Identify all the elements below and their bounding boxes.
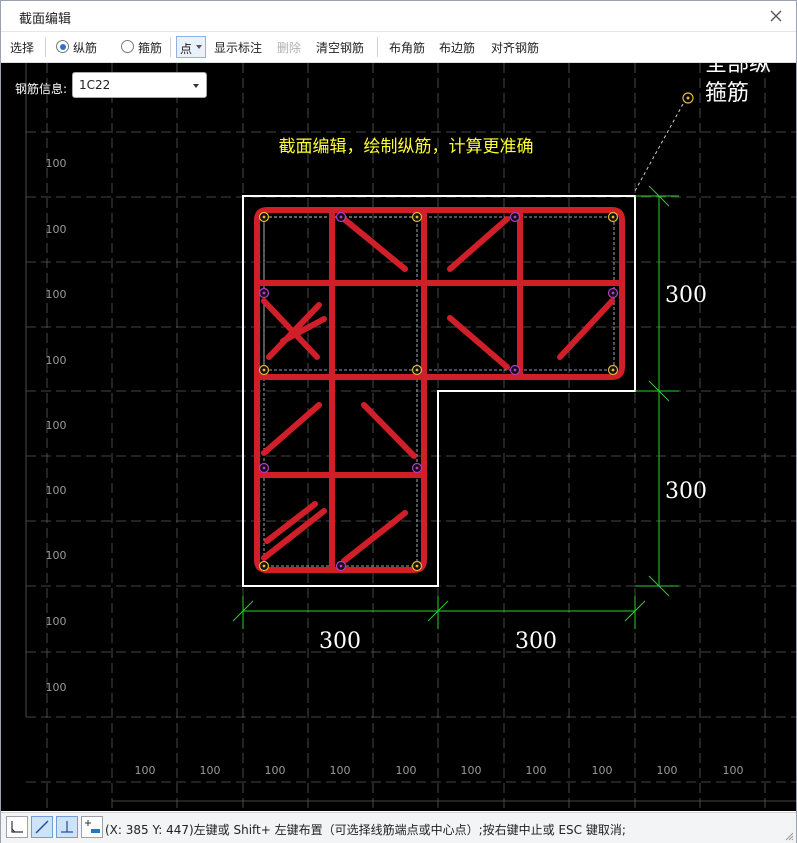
clear-rebar-button[interactable]: 清空钢筋 <box>316 39 364 56</box>
toolbar-separator <box>45 37 46 57</box>
drawing-canvas[interactable]: 100 100 100 100 100 100 100 100 100 100 100 100 100 1… <box>1 63 796 811</box>
rebar-diagonal <box>261 402 322 456</box>
grid <box>25 63 796 809</box>
side-rebar-button[interactable]: 布边筋 <box>439 39 475 56</box>
orthogonal-icon[interactable] <box>6 816 28 838</box>
side-rebar-node-dot <box>262 466 266 470</box>
grid-label-bottom: 100 <box>396 764 417 777</box>
dimension-lines <box>232 185 679 629</box>
side-rebar-node-dot <box>339 215 343 219</box>
dimension-right-upper: 300 <box>665 283 707 308</box>
rebar-diagonal <box>557 298 615 360</box>
line-icon[interactable] <box>31 816 53 838</box>
grid-label-left: 100 <box>46 615 67 628</box>
grid-label-left: 100 <box>46 157 67 170</box>
toolbar: 选择 纵筋 箍筋 点 显示标注 删除 清空钢筋 布角筋 布边筋 对齐钢筋 <box>1 32 796 63</box>
rebar-info-label: 钢筋信息: <box>15 82 68 96</box>
hint-text: 截面编辑，绘制纵筋，计算更准确 <box>279 137 534 157</box>
stirrup-label[interactable]: 箍筋 <box>138 39 162 56</box>
rebar-diagonal <box>361 402 417 459</box>
callout-marker-dot <box>686 96 690 100</box>
corner-rebar-node-dot <box>262 215 266 219</box>
close-icon[interactable] <box>766 6 786 26</box>
dimension-right-lower: 300 <box>665 479 707 504</box>
grid-label-left: 100 <box>46 354 67 367</box>
callout-leader <box>634 103 684 192</box>
status-bar: (X: 385 Y: 447)左键或 Shift+ 左键布置（可选择线筋端点或中… <box>1 812 796 843</box>
corner-rebar-node-dot <box>415 368 419 372</box>
align-rebar-button[interactable]: 对齐钢筋 <box>491 39 539 56</box>
perpendicular-icon[interactable] <box>56 816 78 838</box>
longitudinal-radio[interactable] <box>56 40 69 53</box>
corner-rebar-node-dot <box>262 564 266 568</box>
grid-label-bottom: 100 <box>657 764 678 777</box>
grid-label-bottom: 100 <box>723 764 744 777</box>
select-button[interactable]: 选择 <box>10 39 34 56</box>
title-bar: 截面编辑 <box>1 1 796 32</box>
grid-label-left: 100 <box>46 484 67 497</box>
rebar-info-value: 1C22 <box>79 78 111 92</box>
grid-labels: 100 100 100 100 100 100 100 100 100 100 100 100 100 1… <box>46 157 744 777</box>
delete-button[interactable]: 删除 <box>277 39 301 56</box>
rebar-diagonal <box>341 216 408 272</box>
callout-all-longitudinal: 全部纵 <box>705 63 771 77</box>
stirrup-radio[interactable] <box>121 40 134 53</box>
grid-label-bottom: 100 <box>592 764 613 777</box>
chevron-down-icon <box>196 45 202 49</box>
rebar-diagonal <box>447 315 510 370</box>
grid-label-left: 100 <box>46 681 67 694</box>
window-title: 截面编辑 <box>19 12 72 27</box>
toolbar-separator <box>170 37 171 57</box>
resize-grip-icon[interactable] <box>784 831 794 841</box>
grid-label-left: 100 <box>46 419 67 432</box>
grid-label-left: 100 <box>46 223 67 236</box>
grid-label-bottom: 100 <box>330 764 351 777</box>
grid-label-bottom: 100 <box>526 764 547 777</box>
grid-label-left: 100 <box>46 549 67 562</box>
rebar-info-select[interactable]: 1C22 <box>72 72 207 98</box>
grid-label-bottom: 100 <box>265 764 286 777</box>
grid-label-bottom: 100 <box>135 764 156 777</box>
corner-rebar-node-dot <box>262 368 266 372</box>
side-rebar-node-dot <box>513 215 517 219</box>
side-rebar-node-dot <box>339 564 343 568</box>
dimension-bottom-left: 300 <box>319 629 361 654</box>
grid-label-left: 100 <box>46 288 67 301</box>
callout-stirrup: 箍筋 <box>705 81 749 106</box>
toolbar-separator <box>377 37 378 57</box>
side-rebar-node-dot <box>262 291 266 295</box>
show-labels-button[interactable]: 显示标注 <box>214 39 262 56</box>
longitudinal-label[interactable]: 纵筋 <box>73 39 97 56</box>
grid-label-bottom: 100 <box>200 764 221 777</box>
rebar-diagonal <box>341 510 408 564</box>
status-text: (X: 385 Y: 447)左键或 Shift+ 左键布置（可选择线筋端点或中… <box>105 823 626 837</box>
section-editor-window: 截面编辑 选择 纵筋 箍筋 点 显示标注 删除 清空钢筋 布角筋 布边筋 对齐钢… <box>0 0 797 843</box>
corner-rebar-node-dot <box>415 215 419 219</box>
corner-rebar-node-dot <box>415 564 419 568</box>
draw-mode-select[interactable]: 点 <box>176 36 206 58</box>
side-rebar-node-dot <box>415 466 419 470</box>
chevron-down-icon <box>193 84 199 88</box>
rebar-diagonal <box>447 216 510 272</box>
side-rebar-node-dot <box>513 368 517 372</box>
dimension-bottom-right: 300 <box>515 629 557 654</box>
side-rebar-node-dot <box>611 291 615 295</box>
draw-mode-value: 点 <box>180 42 193 56</box>
grid-label-bottom: 100 <box>461 764 482 777</box>
offset-icon[interactable] <box>81 816 103 838</box>
corner-rebar-button[interactable]: 布角筋 <box>389 39 425 56</box>
section-drawing[interactable]: 100 100 100 100 100 100 100 100 100 100 100 100 100 1… <box>1 63 796 811</box>
corner-rebar-node-dot <box>611 368 615 372</box>
corner-rebar-node-dot <box>611 215 615 219</box>
